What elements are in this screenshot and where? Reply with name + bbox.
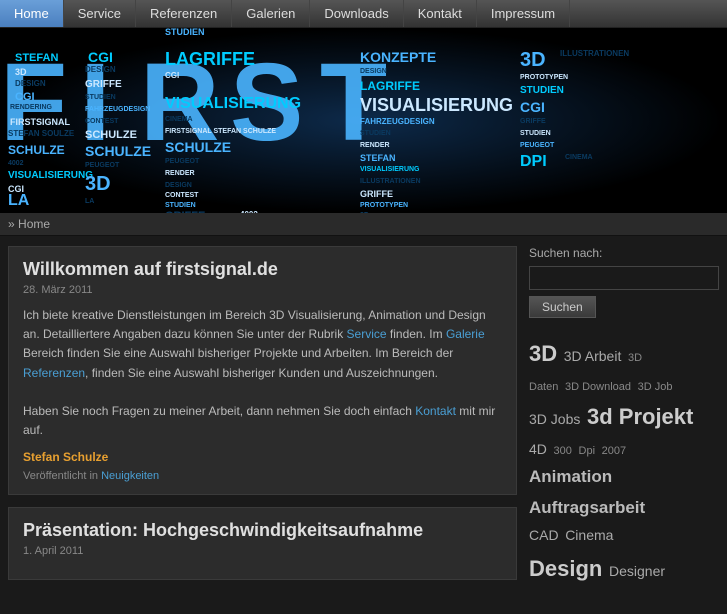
tag-3d-projekt[interactable]: 3d Projekt bbox=[587, 404, 693, 429]
search-widget-title: Suchen nach: bbox=[529, 246, 719, 260]
tag-300[interactable]: 300 bbox=[554, 445, 572, 457]
breadcrumb-prefix: » bbox=[8, 217, 15, 231]
post-1: Willkommen auf firstsignal.de 28. März 2… bbox=[8, 246, 517, 495]
post-1-category: Veröffentlicht in Neuigkeiten bbox=[23, 470, 502, 482]
post-1-cat-link[interactable]: Neuigkeiten bbox=[101, 470, 159, 482]
main-nav: HomeServiceReferenzenGalerienDownloadsKo… bbox=[0, 0, 727, 28]
post-1-galerie-link[interactable]: Galerie bbox=[446, 327, 485, 341]
post-1-referenzen-link[interactable]: Referenzen bbox=[23, 366, 85, 380]
tag-animation[interactable]: Animation bbox=[529, 467, 612, 486]
post-1-body: Ich biete kreative Dienstleistungen im B… bbox=[23, 306, 502, 440]
main-column: Willkommen auf firstsignal.de 28. März 2… bbox=[8, 246, 529, 592]
content-area: Willkommen auf firstsignal.de 28. März 2… bbox=[0, 236, 727, 614]
breadcrumb-home-link[interactable]: Home bbox=[18, 217, 50, 231]
post-1-text-3: Bereich finden Sie eine Auswahl bisherig… bbox=[23, 346, 453, 360]
post-1-kontakt-link[interactable]: Kontakt bbox=[415, 404, 456, 418]
tag-2007[interactable]: 2007 bbox=[602, 445, 626, 457]
post-1-author: Stefan Schulze bbox=[23, 450, 502, 464]
tag-3d-2[interactable]: 3D bbox=[628, 352, 642, 364]
tag-3d-job[interactable]: 3D Job bbox=[638, 381, 673, 393]
tag-designer[interactable]: Designer bbox=[609, 563, 665, 579]
nav-item-referenzen[interactable]: Referenzen bbox=[136, 0, 232, 27]
tag-design[interactable]: Design bbox=[529, 556, 602, 581]
post-1-title: Willkommen auf firstsignal.de bbox=[23, 259, 502, 280]
tag-cloud-widget: 3D 3D Arbeit 3D Daten 3D Download 3D Job… bbox=[529, 334, 719, 588]
breadcrumb: » Home bbox=[0, 213, 727, 236]
tag-daten[interactable]: Daten bbox=[529, 381, 558, 393]
tag-3d-arbeit[interactable]: 3D Arbeit bbox=[564, 348, 622, 364]
nav-item-home[interactable]: Home bbox=[0, 0, 64, 27]
tag-auftragsarbeit[interactable]: Auftragsarbeit bbox=[529, 498, 645, 517]
tag-3d[interactable]: 3D bbox=[529, 341, 557, 366]
post-1-cat-pre: Veröffentlicht in bbox=[23, 470, 101, 482]
post-2-title: Präsentation: Hochgeschwindigkeitsaufnah… bbox=[23, 520, 502, 541]
nav-item-downloads[interactable]: Downloads bbox=[310, 0, 403, 27]
search-widget: Suchen nach: Suchen bbox=[529, 246, 719, 318]
tag-3d-jobs[interactable]: 3D Jobs bbox=[529, 411, 580, 427]
search-input[interactable] bbox=[529, 266, 719, 290]
tag-cinema[interactable]: Cinema bbox=[565, 527, 613, 543]
sidebar: Suchen nach: Suchen 3D 3D Arbeit 3D Date… bbox=[529, 246, 719, 604]
tag-dpi[interactable]: Dpi bbox=[579, 445, 596, 457]
post-1-text-2: finden. Im bbox=[387, 327, 446, 341]
tag-cad[interactable]: CAD bbox=[529, 527, 559, 543]
nav-item-impressum[interactable]: Impressum bbox=[477, 0, 570, 27]
nav-item-galerien[interactable]: Galerien bbox=[232, 0, 310, 27]
post-1-date: 28. März 2011 bbox=[23, 284, 502, 296]
tag-4d[interactable]: 4D bbox=[529, 441, 547, 457]
nav-item-kontakt[interactable]: Kontakt bbox=[404, 0, 477, 27]
post-1-service-link[interactable]: Service bbox=[347, 327, 387, 341]
post-1-text-4: , finden Sie eine Auswahl bisheriger Kun… bbox=[85, 366, 438, 380]
hero-banner: F I R S T Stefan 3D Design CGI Rendering… bbox=[0, 28, 727, 213]
nav-item-service[interactable]: Service bbox=[64, 0, 136, 27]
post-2: Präsentation: Hochgeschwindigkeitsaufnah… bbox=[8, 507, 517, 580]
search-button[interactable]: Suchen bbox=[529, 296, 596, 318]
tag-3d-download[interactable]: 3D Download bbox=[565, 381, 631, 393]
post-1-text-5: Haben Sie noch Fragen zu meiner Arbeit, … bbox=[23, 404, 415, 418]
post-2-date: 1. April 2011 bbox=[23, 545, 502, 557]
